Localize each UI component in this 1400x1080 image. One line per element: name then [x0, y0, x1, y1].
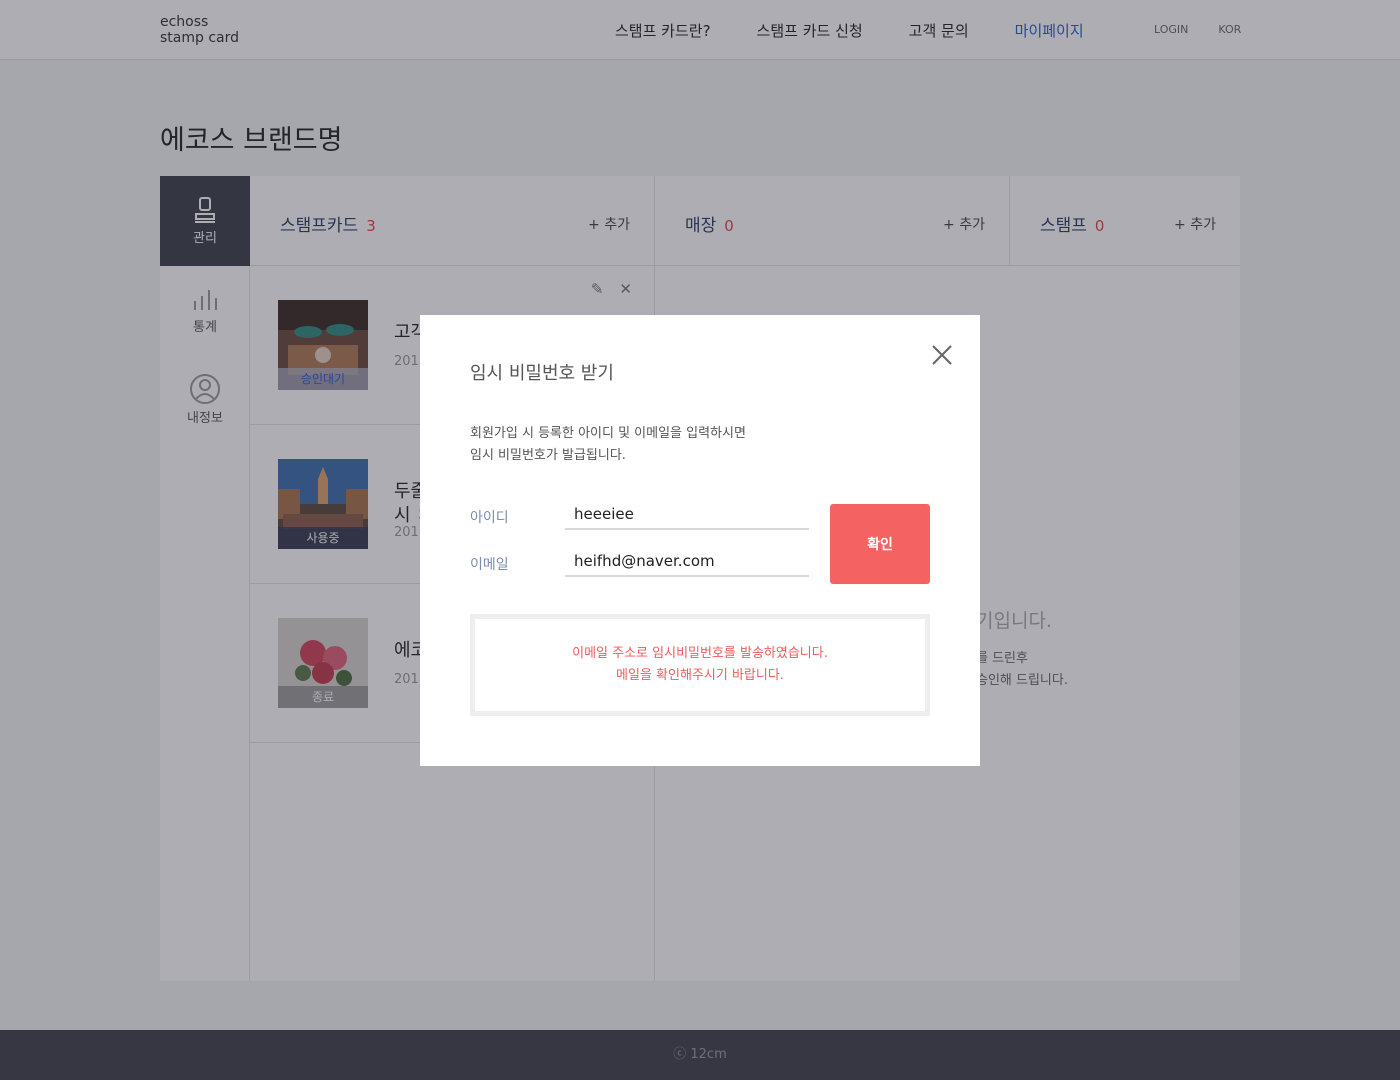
notice-line2: 메일을 확인해주시기 바랍니다.	[616, 668, 784, 683]
temp-password-modal: 임시 비밀번호 받기 회원가입 시 등록한 아이디 및 이메일을 입력하시면 임…	[420, 315, 980, 766]
modal-title: 임시 비밀번호 받기	[470, 363, 614, 384]
close-icon[interactable]	[930, 343, 954, 367]
id-label: 아이디	[470, 510, 509, 526]
notice-box: 이메일 주소로 임시비밀번호를 발송하였습니다. 메일을 확인해주시기 바랍니다…	[470, 614, 930, 716]
email-input[interactable]	[565, 547, 809, 577]
notice-line1: 이메일 주소로 임시비밀번호를 발송하였습니다.	[572, 646, 828, 661]
modal-description-line2: 임시 비밀번호가 발급됩니다.	[470, 448, 626, 463]
email-label: 이메일	[470, 557, 509, 573]
modal-description-line1: 회원가입 시 등록한 아이디 및 이메일을 입력하시면	[470, 426, 746, 441]
modal-description: 회원가입 시 등록한 아이디 및 이메일을 입력하시면 임시 비밀번호가 발급됩…	[470, 423, 746, 467]
id-input[interactable]	[565, 500, 809, 530]
confirm-button[interactable]: 확인	[830, 504, 930, 584]
